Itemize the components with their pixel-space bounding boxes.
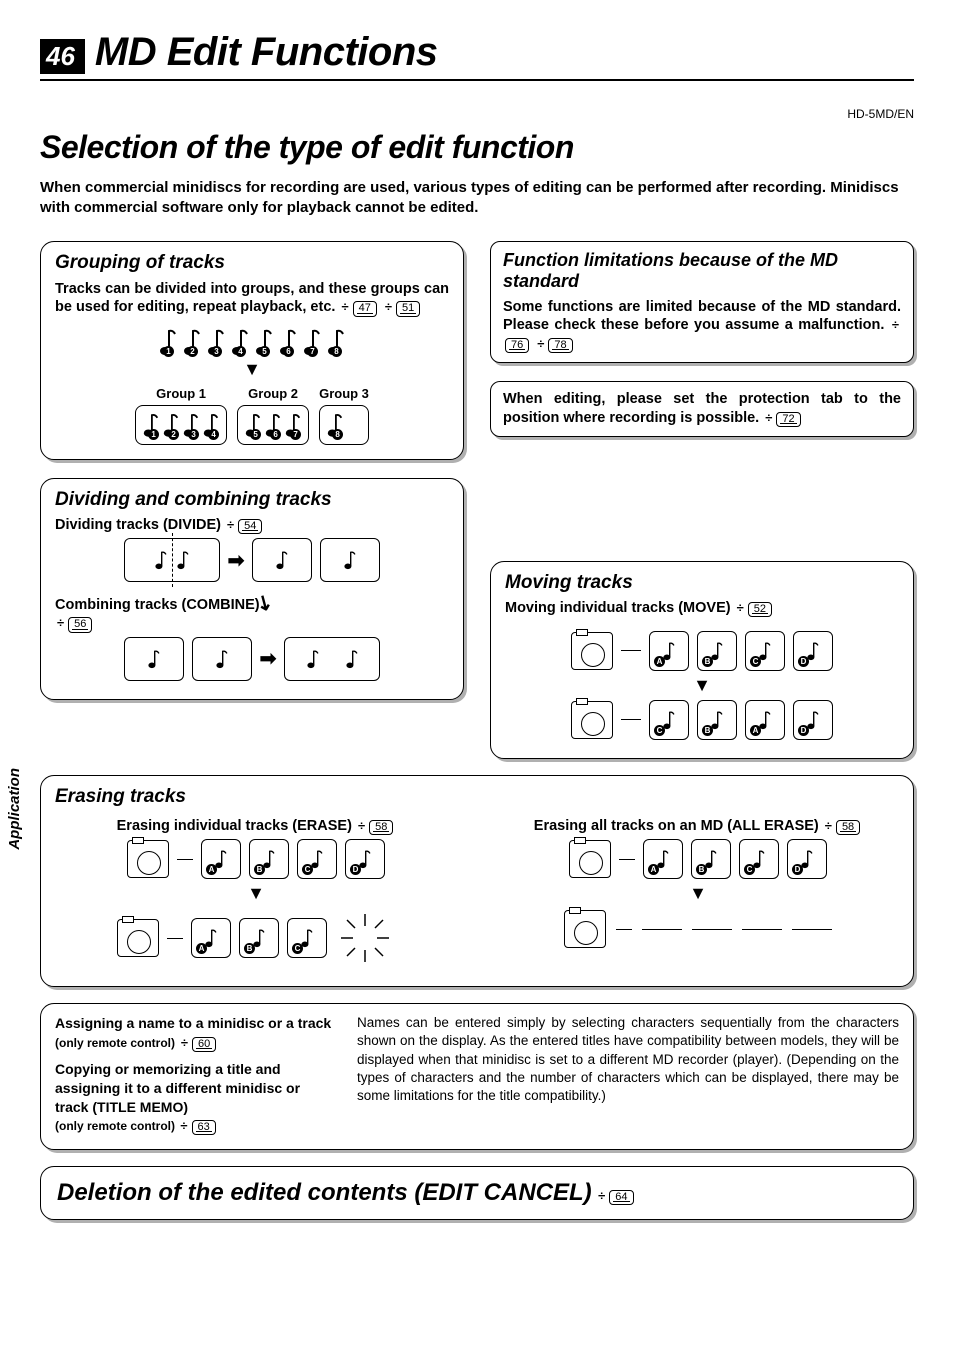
group-label: Group 1 xyxy=(135,386,227,401)
panel-naming: Assigning a name to a minidisc or a trac… xyxy=(40,1003,914,1150)
page-ref: 52 xyxy=(748,602,772,617)
limitations-title: Function limitations because of the MD s… xyxy=(503,250,901,292)
down-arrow-icon: ▼ xyxy=(55,883,457,904)
minidisc-icon xyxy=(117,919,159,957)
page-header: 46 MD Edit Functions xyxy=(40,30,914,81)
page-ref: 78 xyxy=(548,338,572,353)
diag-arrow-icon: ↘ xyxy=(251,588,278,618)
move-before-diagram: A B C D xyxy=(505,631,899,671)
erase-all-label: Erasing all tracks on an MD (ALL ERASE) … xyxy=(497,818,899,835)
down-arrow-icon: ▼ xyxy=(505,675,899,696)
group-label: Group 3 xyxy=(319,386,369,401)
minidisc-icon xyxy=(571,701,613,739)
erasing-title: Erasing tracks xyxy=(55,786,899,808)
minidisc-icon xyxy=(127,840,169,878)
allerase-after-diagram xyxy=(497,910,899,948)
right-arrow-icon: ➡ xyxy=(228,548,245,573)
copy-title-note: (only remote control) ÷63 xyxy=(55,1117,335,1135)
protection-text: When editing, please set the protection … xyxy=(503,390,901,428)
panel-grouping: Grouping of tracks Tracks can be divided… xyxy=(40,241,464,461)
page-ref: 58 xyxy=(836,820,860,835)
intro-text: When commercial minidiscs for recording … xyxy=(40,178,914,219)
page-ref: 54 xyxy=(238,519,262,534)
page-ref: 63 xyxy=(192,1120,216,1135)
grouping-diagram: 1 2 3 4 5 6 7 8 ▼ Group 1 xyxy=(55,323,449,445)
panel-protection: When editing, please set the protection … xyxy=(490,381,914,437)
erase-before-diagram: A B C D xyxy=(55,839,457,879)
naming-explanation: Names can be entered simply by selecting… xyxy=(357,1014,899,1105)
limitations-text: Some functions are limited because of th… xyxy=(503,298,901,355)
page-ref: 60 xyxy=(192,1037,216,1052)
page-ref: 76 xyxy=(505,338,529,353)
divide-diagram: ➡ xyxy=(55,538,449,582)
grouping-text: Tracks can be divided into groups, and t… xyxy=(55,280,449,318)
side-tab-application: Application xyxy=(4,760,25,858)
panel-limitations: Function limitations because of the MD s… xyxy=(490,241,914,364)
panel-deletion: Deletion of the edited contents (EDIT CA… xyxy=(40,1166,914,1220)
minidisc-icon xyxy=(564,910,606,948)
chapter-title: MD Edit Functions xyxy=(95,30,438,75)
grouping-title: Grouping of tracks xyxy=(55,252,449,274)
minidisc-icon xyxy=(569,840,611,878)
minidisc-icon xyxy=(571,632,613,670)
deletion-title: Deletion of the edited contents (EDIT CA… xyxy=(57,1179,592,1206)
panel-divide-combine: Dividing and combining tracks Dividing t… xyxy=(40,478,464,699)
moving-label: Moving individual tracks (MOVE) ÷52 xyxy=(505,600,899,617)
page-ref: 64 xyxy=(609,1190,633,1205)
divcomb-title: Dividing and combining tracks xyxy=(55,489,449,511)
page-ref: 51 xyxy=(396,301,420,316)
divide-label: Dividing tracks (DIVIDE) ÷54 xyxy=(55,517,449,534)
page-ref: 56 xyxy=(68,617,92,632)
combine-diagram: ➡ xyxy=(55,637,449,681)
moving-title: Moving tracks xyxy=(505,572,899,594)
move-after-diagram: C B A D xyxy=(505,700,899,740)
group-label: Group 2 xyxy=(237,386,309,401)
model-code: HD-5MD/EN xyxy=(40,107,914,121)
burst-icon xyxy=(335,908,395,968)
page-number: 46 xyxy=(40,39,85,74)
page-ref: 72 xyxy=(776,412,800,427)
panel-moving: Moving tracks Moving individual tracks (… xyxy=(490,561,914,759)
page-ref: 47 xyxy=(353,301,377,316)
right-arrow-icon: ➡ xyxy=(260,646,277,671)
erase-indiv-label: Erasing individual tracks (ERASE) ÷58 xyxy=(55,818,457,835)
panel-erasing: Erasing tracks Erasing individual tracks… xyxy=(40,775,914,987)
page-ref: 58 xyxy=(369,820,393,835)
combine-label: Combining tracks (COMBINE) ↘ ÷56 xyxy=(55,590,449,632)
down-arrow-icon: ▼ xyxy=(497,883,899,904)
erase-after-diagram: A B C xyxy=(55,908,457,968)
assign-name-label: Assigning a name to a minidisc or a trac… xyxy=(55,1014,335,1052)
section-title: Selection of the type of edit function xyxy=(40,129,914,166)
down-arrow-icon: ▼ xyxy=(55,359,449,380)
copy-title-label: Copying or memorizing a title and assign… xyxy=(55,1060,335,1117)
allerase-before-diagram: A B C D xyxy=(497,839,899,879)
